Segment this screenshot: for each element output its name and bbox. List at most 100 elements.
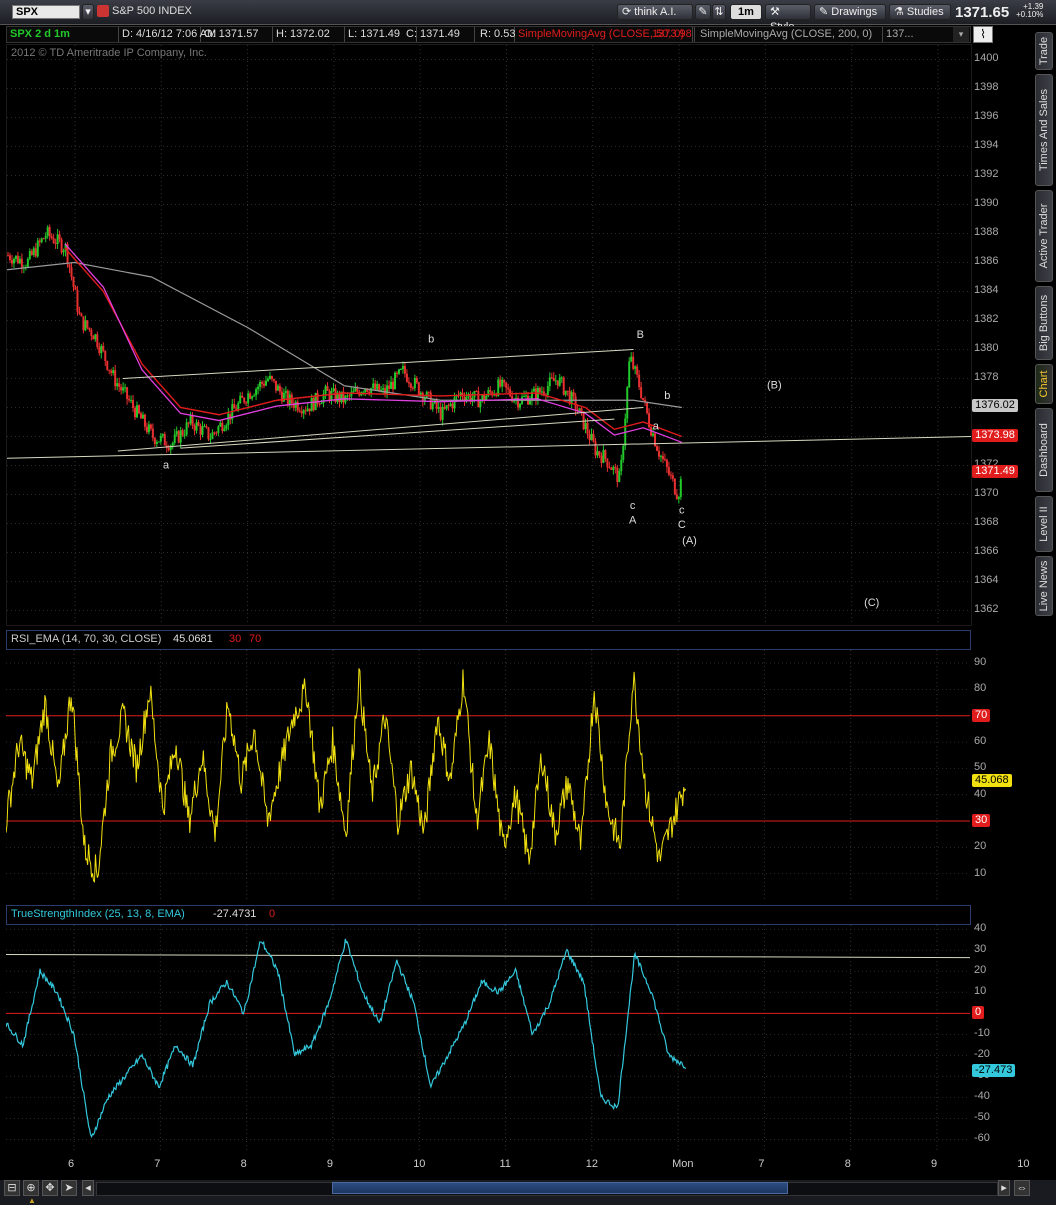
tsi-tick-label: -10 <box>974 1027 990 1040</box>
candle-body <box>298 410 301 412</box>
tab-label: Chart <box>1038 370 1050 398</box>
candle-body <box>427 391 430 393</box>
symbol-input[interactable]: SPX <box>12 5 80 19</box>
candle-body <box>247 393 250 404</box>
link-icon[interactable] <box>97 5 109 17</box>
candle-body <box>503 379 506 383</box>
high-readout: H: 1372.02 <box>273 27 345 42</box>
sort-icon[interactable]: ⇅ <box>712 4 726 20</box>
candle-body <box>34 248 37 257</box>
candle-body <box>124 387 127 389</box>
tab-dashboard[interactable]: Dashboard <box>1035 408 1053 492</box>
candle-body <box>640 387 643 398</box>
tab-trade[interactable]: Trade <box>1035 32 1053 70</box>
candle-body <box>76 290 79 312</box>
style-button[interactable]: ⚒ Style <box>765 4 811 33</box>
candle-body <box>36 240 39 257</box>
pan-icon[interactable]: ✥ <box>42 1180 58 1196</box>
tsi-y-axis[interactable]: 403020100-10-20-30-40-50-600-27.473 <box>970 922 1032 1150</box>
studies-button[interactable]: ⚗ Studies <box>889 4 951 20</box>
candle-body <box>243 397 246 403</box>
wave-label: A <box>629 515 637 527</box>
tab-live-news[interactable]: Live News <box>1035 556 1053 616</box>
candle-body <box>328 390 331 401</box>
candle-body <box>554 380 557 382</box>
tsi-tick-label: 20 <box>974 964 987 977</box>
candle-body <box>394 372 397 390</box>
candle-body <box>397 369 400 374</box>
wave-label: C <box>678 519 686 531</box>
time-tick-label: 8 <box>844 1158 851 1170</box>
scroll-right-icon[interactable]: ▸ <box>998 1180 1010 1196</box>
zoom-in-icon[interactable]: ⊕ <box>23 1180 39 1196</box>
tab-big-buttons[interactable]: Big Buttons <box>1035 286 1053 360</box>
price-pane[interactable]: a b Bb a c Ac C (A) (B) (C) 2012 © TD Ameritrade … <box>6 44 972 626</box>
last-price: 1371.65 <box>955 4 1010 21</box>
candle-body <box>134 407 137 418</box>
rsi-pane[interactable] <box>6 650 970 900</box>
candle-body <box>294 401 297 408</box>
chevron-down-icon[interactable]: ▾ <box>953 27 969 42</box>
expand-icon[interactable]: ⇔ <box>1014 1180 1030 1196</box>
candle-body <box>84 320 87 331</box>
top-toolbar: SPX ▾ S&P 500 INDEX ⟳ think A.I. ✎ ⇅ 1m … <box>0 0 1056 33</box>
tsi-trendline <box>6 953 970 959</box>
candle-body <box>618 471 621 483</box>
price-y-axis[interactable]: 1400 1398 1396 1394 1392 1390 1388 1386 1384 1382… <box>970 44 1032 624</box>
candle-body <box>78 311 81 314</box>
candle-body <box>501 379 504 387</box>
candle-body <box>614 466 617 468</box>
zoom-out-icon[interactable]: ⊟ <box>4 1180 20 1196</box>
price-chart: ab BbacAcC(A)(B)(C) <box>7 45 971 625</box>
tools-icon[interactable]: ✎ <box>695 4 711 20</box>
candle-body <box>52 238 55 244</box>
tab-chart[interactable]: Chart <box>1035 364 1053 404</box>
candle-body <box>44 236 47 239</box>
candle-body <box>445 405 448 409</box>
symbol-dropdown-icon[interactable]: ▾ <box>82 4 94 20</box>
rsi-chart <box>6 650 970 900</box>
rsi-tick-label: 50 <box>974 761 987 774</box>
cursor-icon[interactable]: ➤ <box>61 1180 77 1196</box>
drawings-button[interactable]: ✎ Drawings <box>814 4 886 20</box>
candle-body <box>475 391 478 393</box>
tsi-tick-label: 40 <box>974 922 987 935</box>
rsi-title[interactable]: RSI_EMA (14, 70, 30, CLOSE) <box>11 633 161 645</box>
tab-level-ii[interactable]: Level II <box>1035 496 1053 552</box>
time-x-axis[interactable]: 6 7 8 9 10 11 12 Mon 7 8 9 10 <box>6 1156 1030 1176</box>
candle-body <box>94 334 97 340</box>
flask-icon: ⚗ <box>894 6 907 18</box>
sma200-value: 137... <box>886 28 914 40</box>
tsi-title[interactable]: TrueStrengthIndex (25, 13, 8, EMA) <box>11 908 185 920</box>
timeframe-button[interactable]: 1m <box>730 4 762 20</box>
tab-active-trader[interactable]: Active Trader <box>1035 190 1053 282</box>
wrench-icon: ⚒ <box>770 6 780 18</box>
candle-body <box>439 407 442 420</box>
price-tick-label: 1394 <box>974 138 999 151</box>
think-ai-button[interactable]: ⟳ think A.I. <box>617 4 693 20</box>
tsi-tick-label: -20 <box>974 1048 990 1061</box>
candle-body <box>139 413 142 419</box>
scroll-left-icon[interactable]: ◂ <box>82 1180 94 1196</box>
tsi-line <box>6 938 687 1139</box>
up-arrow-icon[interactable]: ▲ <box>28 1196 38 1205</box>
wave-label: b <box>428 333 434 345</box>
tsi-pane[interactable] <box>6 925 970 1150</box>
candle-body <box>90 329 93 336</box>
tab-times-and-sales[interactable]: Times And Sales <box>1035 74 1053 186</box>
candle-body <box>16 255 19 264</box>
price-tick-label: 1378 <box>974 370 999 383</box>
candle-body <box>60 239 63 253</box>
sma200-label[interactable]: SimpleMovingAvg (CLOSE, 200, 0) <box>697 27 883 42</box>
rsi-y-axis[interactable]: 908070605040302010703045.068 <box>970 650 1032 900</box>
candle-body <box>401 366 404 370</box>
candle-body <box>304 410 307 412</box>
symbol-period[interactable]: SPX 2 d 1m <box>7 27 119 42</box>
trendline <box>122 349 634 379</box>
chart-settings-icon[interactable]: ⌇ <box>973 26 993 43</box>
price-badge: 1371.49 <box>972 464 1018 478</box>
horizontal-scrollbar-thumb[interactable] <box>332 1182 788 1194</box>
candle-body <box>132 400 135 408</box>
rsi-level-high: 70 <box>249 633 262 645</box>
candle-body <box>540 391 543 393</box>
